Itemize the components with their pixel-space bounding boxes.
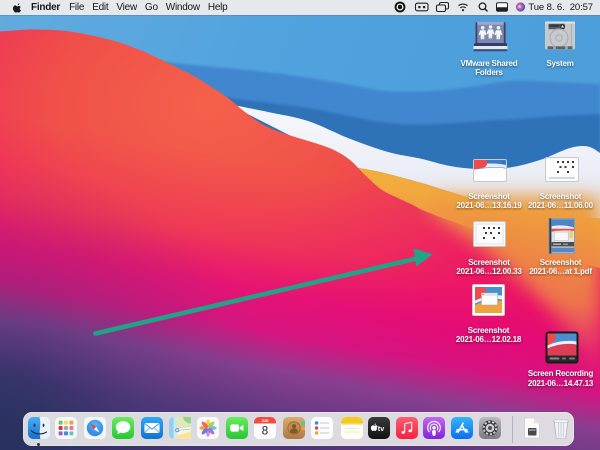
svg-text:tv: tv bbox=[378, 424, 384, 433]
svg-text:JUN: JUN bbox=[262, 419, 269, 423]
svg-text:8: 8 bbox=[262, 426, 268, 438]
